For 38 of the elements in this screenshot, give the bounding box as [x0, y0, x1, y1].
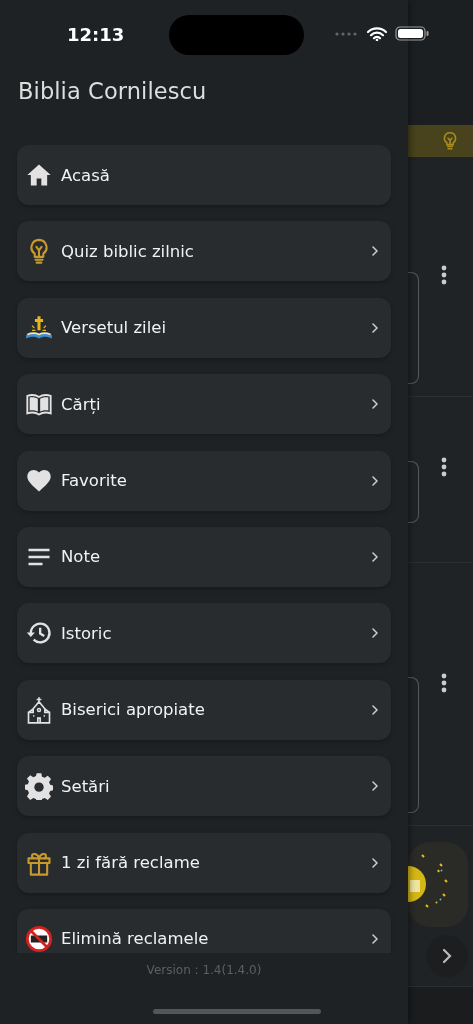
- quiz-banner[interactable]: [408, 125, 473, 157]
- menu-label: Favorite: [61, 471, 128, 491]
- menu-label: Istoric: [61, 623, 113, 643]
- menu-item[interactable]: Biserici apropiate: [17, 679, 391, 740]
- no-ads-icon: [25, 924, 53, 953]
- menu-item[interactable]: Quiz biblic zilnic: [17, 221, 391, 282]
- next-button[interactable]: [426, 935, 468, 977]
- church-icon: [25, 695, 53, 724]
- menu-item[interactable]: Cărți: [17, 374, 391, 435]
- status-time: 12:13: [67, 24, 125, 45]
- menu-item[interactable]: Setări: [17, 756, 391, 817]
- menu-label: 1 zi fără reclame: [61, 853, 201, 872]
- menu-label: Note: [61, 547, 102, 567]
- settings-icon: [25, 772, 53, 801]
- menu-label: Cărți: [61, 394, 102, 414]
- version-text: Version : 1.4(1.4.0): [146, 963, 262, 977]
- battery-icon: [395, 26, 429, 41]
- menu-item[interactable]: Favorite: [17, 450, 391, 511]
- signal-icon: [335, 31, 359, 36]
- menu-label: Biserici apropiate: [61, 700, 206, 720]
- menu-item[interactable]: 1 zi fără reclame: [17, 832, 391, 893]
- more-icon[interactable]: [441, 265, 447, 285]
- menu-item[interactable]: Istoric: [17, 603, 391, 664]
- gift-bubble-icon[interactable]: [408, 842, 468, 927]
- more-icon[interactable]: [441, 457, 447, 477]
- menu-label: Setări: [61, 776, 111, 796]
- menu-label: Quiz biblic zilnic: [61, 241, 195, 261]
- menu-item[interactable]: Note: [17, 526, 391, 587]
- menu-item[interactable]: Versetul zilei: [17, 297, 391, 358]
- menu-label: Versetul zilei: [61, 318, 167, 338]
- menu-item[interactable]: Acasă: [17, 145, 391, 205]
- wifi-icon: [367, 26, 387, 41]
- chevron-right-icon: [442, 948, 452, 964]
- app-title: Biblia Cornilescu: [18, 78, 207, 104]
- menu-item[interactable]: Elimină reclamele: [17, 908, 391, 953]
- more-icon[interactable]: [441, 673, 447, 693]
- menu-label: Elimină reclamele: [61, 929, 210, 949]
- menu-label: Acasă: [61, 165, 111, 185]
